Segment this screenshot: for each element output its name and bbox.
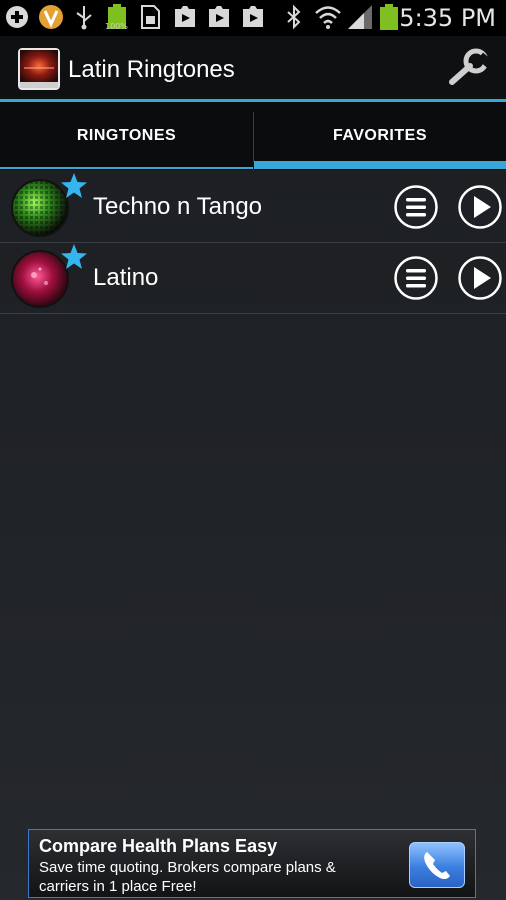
play-button[interactable] <box>458 185 502 229</box>
play-store-icon <box>243 6 263 27</box>
signal-icon <box>348 5 372 29</box>
favorite-star-icon[interactable] <box>60 243 88 271</box>
play-icon <box>458 185 502 229</box>
ringtone-title: Latino <box>93 264 159 291</box>
settings-button[interactable] <box>446 48 494 88</box>
list-item[interactable]: Techno n Tango <box>0 172 506 243</box>
bluetooth-icon <box>287 4 301 30</box>
ad-call-button[interactable] <box>409 842 465 888</box>
ad-banner[interactable]: Compare Health Plans Easy Save time quot… <box>28 829 476 898</box>
menu-icon <box>394 256 438 300</box>
tab-ringtones[interactable]: RINGTONES <box>0 102 253 170</box>
sd-card-icon <box>141 5 160 29</box>
tab-favorites-indicator <box>254 161 506 169</box>
wifi-icon <box>315 6 341 29</box>
ad-body: Save time quoting. Brokers compare plans… <box>39 859 336 895</box>
app-title: Latin Ringtones <box>68 56 235 83</box>
play-store-icon <box>175 6 195 27</box>
battery-percent-label: 100% <box>105 22 128 31</box>
ringtone-title: Techno n Tango <box>93 193 263 220</box>
phone-icon <box>424 852 450 880</box>
app-logo-icon <box>18 48 60 90</box>
options-menu-button[interactable] <box>394 185 438 229</box>
add-icon <box>6 6 28 28</box>
tab-favorites[interactable]: FAVORITES <box>254 102 506 170</box>
ad-title: Compare Health Plans Easy <box>39 836 278 856</box>
app-icon[interactable] <box>18 48 60 90</box>
play-icon <box>458 256 502 300</box>
status-bar: 100% 5:35 PM <box>0 0 506 36</box>
play-store-icon <box>209 6 229 27</box>
options-menu-button[interactable] <box>394 256 438 300</box>
wrench-icon <box>449 48 494 85</box>
v-icon <box>39 5 63 29</box>
clock: 5:35 PM <box>399 4 496 32</box>
play-button[interactable] <box>458 256 502 300</box>
list-item[interactable]: Latino <box>0 243 506 314</box>
tab-divider <box>253 112 254 162</box>
tab-ringtones-indicator <box>0 167 253 169</box>
menu-icon <box>394 185 438 229</box>
usb-icon <box>76 6 92 30</box>
battery-icon <box>380 4 398 30</box>
favorite-star-icon[interactable] <box>60 172 88 200</box>
